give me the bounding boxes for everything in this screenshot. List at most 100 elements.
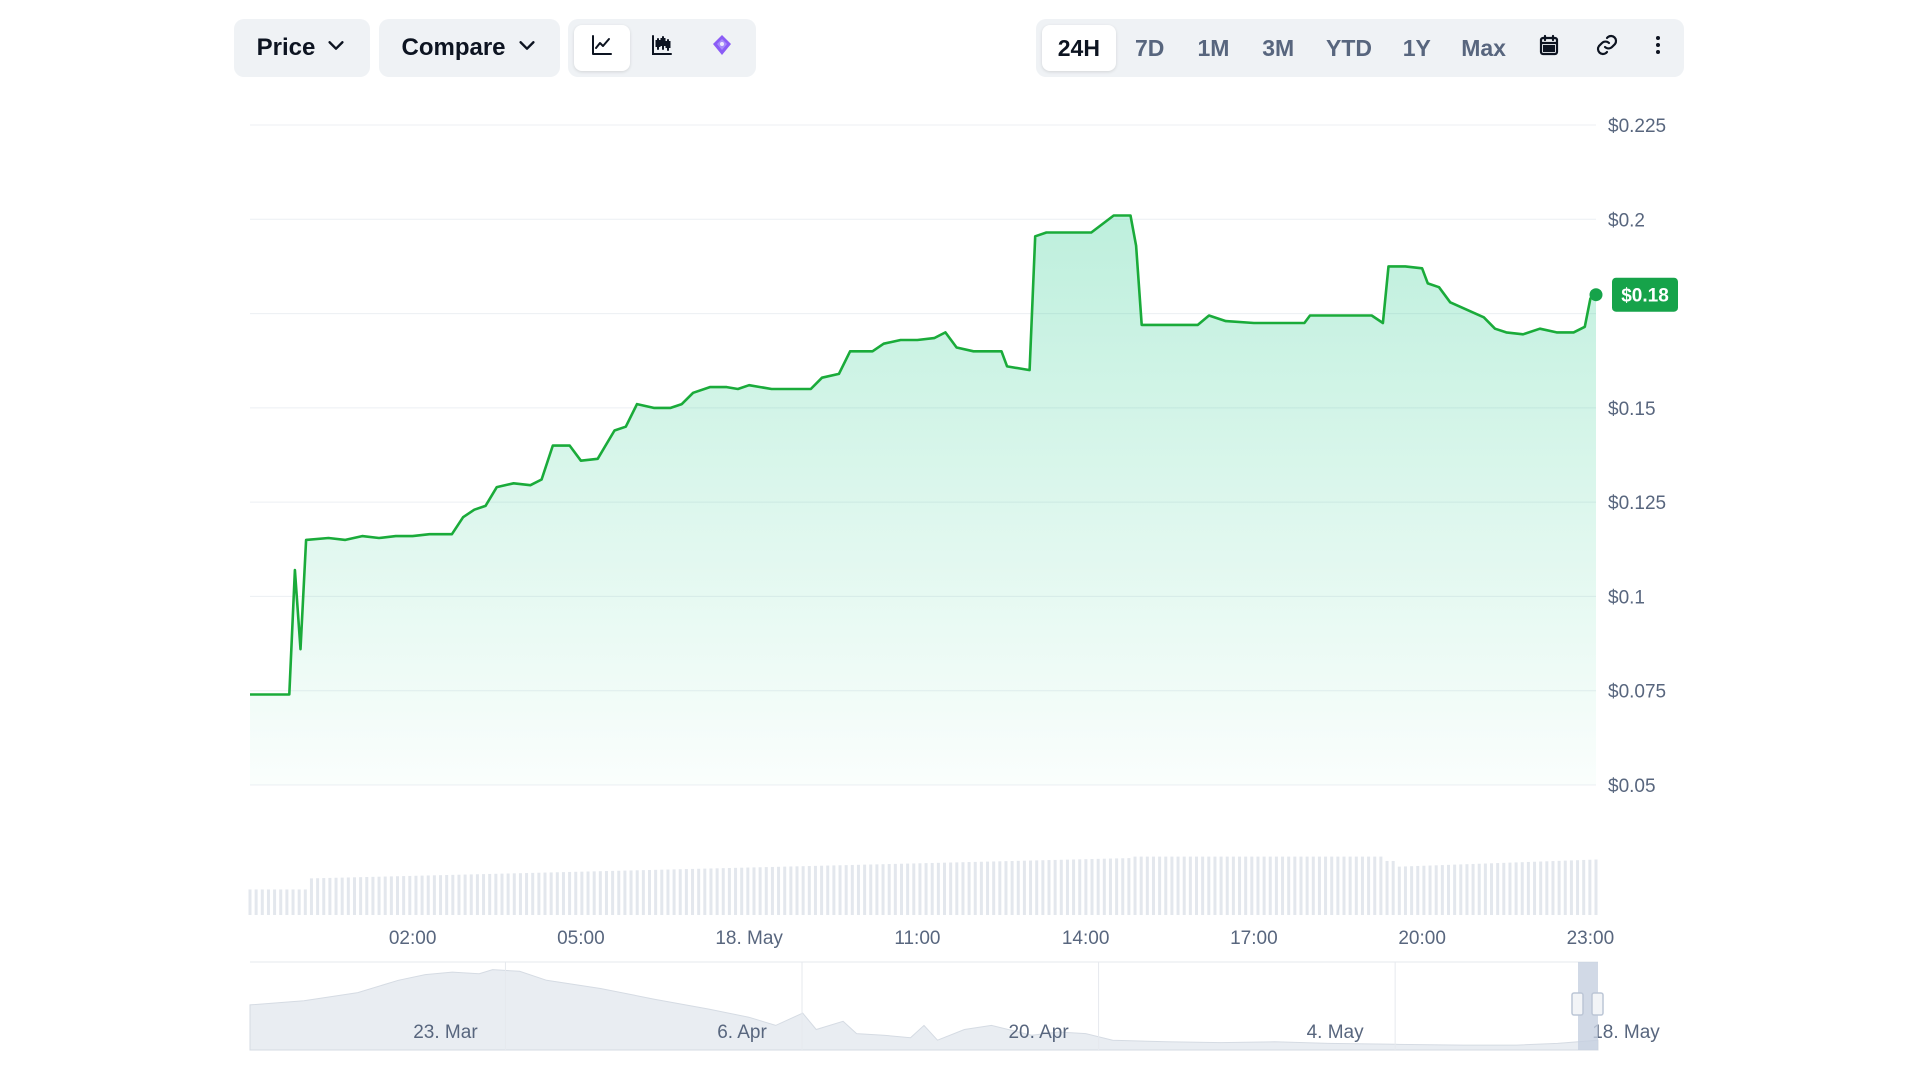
volume-bar xyxy=(1029,860,1033,915)
volume-bar xyxy=(875,864,879,915)
volume-bar xyxy=(1035,860,1039,915)
volume-bar xyxy=(463,874,467,915)
volume-bar xyxy=(555,872,559,915)
volume-bar xyxy=(346,877,350,915)
volume-bar xyxy=(1299,856,1303,915)
volume-bar xyxy=(1213,856,1217,915)
x-axis: 02:00 05:00 18. May 11:00 14:00 17:00 20:00 23:… xyxy=(389,928,1614,949)
volume-bar xyxy=(254,889,258,915)
volume-bar xyxy=(1594,859,1598,915)
volume-bar xyxy=(734,867,738,915)
volume-bar xyxy=(475,874,479,915)
volume-bar xyxy=(1176,856,1180,915)
volume-bar xyxy=(1483,863,1487,915)
x-tick-label: 17:00 xyxy=(1230,928,1278,949)
volume-bar xyxy=(789,866,793,915)
volume-bar xyxy=(291,889,295,915)
volume-bar xyxy=(1428,865,1432,915)
volume-bar xyxy=(777,866,781,915)
volume-bar xyxy=(635,870,639,915)
volume-bar xyxy=(1262,856,1266,915)
volume-bar xyxy=(488,873,492,915)
volume-bar xyxy=(426,875,430,915)
volume-bar xyxy=(1244,856,1248,915)
volume-bar xyxy=(936,862,940,915)
volume-bar xyxy=(1293,856,1297,915)
volume-bar xyxy=(248,889,252,915)
volume-bar xyxy=(992,861,996,915)
volume-bar xyxy=(494,873,498,915)
volume-bar xyxy=(813,865,817,915)
y-tick-label: $0.125 xyxy=(1608,493,1666,514)
volume-bar xyxy=(1471,863,1475,915)
volume-bar xyxy=(1588,859,1592,915)
volume-bar xyxy=(746,867,750,915)
volume-bar xyxy=(1330,856,1334,915)
volume-bar xyxy=(543,872,547,915)
volume-bar xyxy=(525,873,529,915)
volume-bar xyxy=(1158,856,1162,915)
price-tag-label: $0.18 xyxy=(1621,286,1669,307)
volume-bar xyxy=(912,863,916,915)
volume-bar xyxy=(383,876,387,915)
volume-bar xyxy=(697,868,701,915)
volume-bar xyxy=(359,877,363,915)
current-price-tag: $0.18 xyxy=(1612,277,1678,312)
volume-bar xyxy=(764,867,768,915)
volume-bar xyxy=(1403,866,1407,915)
volume-bar xyxy=(869,864,873,915)
volume-bar xyxy=(1151,856,1155,915)
volume-bar xyxy=(850,864,854,915)
volume-bar xyxy=(801,866,805,915)
volume-bar xyxy=(998,861,1002,915)
volume-bar xyxy=(838,865,842,915)
volume-bar xyxy=(1440,865,1444,915)
volume-bar xyxy=(1360,856,1364,915)
volume-bar xyxy=(1545,861,1549,915)
volume-bar xyxy=(1526,861,1530,915)
x-tick-label: 05:00 xyxy=(557,928,605,949)
volume-bar xyxy=(322,878,326,915)
volume-bar xyxy=(1047,860,1051,915)
volume-bar xyxy=(807,866,811,915)
volume-bar xyxy=(617,870,621,915)
volume-bar xyxy=(973,861,977,915)
volume-bar xyxy=(856,864,860,915)
volume-bar xyxy=(727,868,731,915)
volume-bar xyxy=(1569,860,1573,915)
volume-bar xyxy=(1108,858,1112,915)
price-chart[interactable]: $0.225 $0.2 $0.15 $0.125 $0.1 $0.075 $0.05 02:… xyxy=(0,0,1920,1080)
volume-bar xyxy=(273,889,277,915)
volume-bar xyxy=(1219,856,1223,915)
navigator-handle-right[interactable] xyxy=(1591,992,1604,1016)
volume-bar xyxy=(1502,862,1506,915)
volume-bar xyxy=(826,865,830,915)
x-tick-label: 14:00 xyxy=(1062,928,1110,949)
volume-bar xyxy=(1170,856,1174,915)
navigator-date-label: 20. Apr xyxy=(1008,1022,1069,1043)
volume-bar xyxy=(371,876,375,915)
volume-bar xyxy=(1164,856,1168,915)
volume-bar xyxy=(893,863,897,915)
volume-bar xyxy=(666,869,670,915)
volume-bar xyxy=(660,869,664,915)
volume-bar xyxy=(967,862,971,915)
navigator-handle-left[interactable] xyxy=(1571,992,1584,1016)
volume-bar xyxy=(531,872,535,915)
volume-bar xyxy=(832,865,836,915)
volume-bar xyxy=(580,871,584,915)
volume-bar xyxy=(549,872,553,915)
volume-bar xyxy=(1342,856,1346,915)
volume-bar xyxy=(795,866,799,915)
volume-bar xyxy=(408,875,412,915)
volume-bar xyxy=(1207,856,1211,915)
volume-bar xyxy=(1188,856,1192,915)
y-tick-label: $0.225 xyxy=(1608,116,1666,137)
volume-bar xyxy=(1416,865,1420,915)
volume-bar xyxy=(740,867,744,915)
volume-bar xyxy=(1139,856,1143,915)
volume-bar xyxy=(439,875,443,915)
volume-bar xyxy=(887,864,891,915)
volume-bar xyxy=(1090,859,1094,915)
volume-bar xyxy=(1490,863,1494,915)
